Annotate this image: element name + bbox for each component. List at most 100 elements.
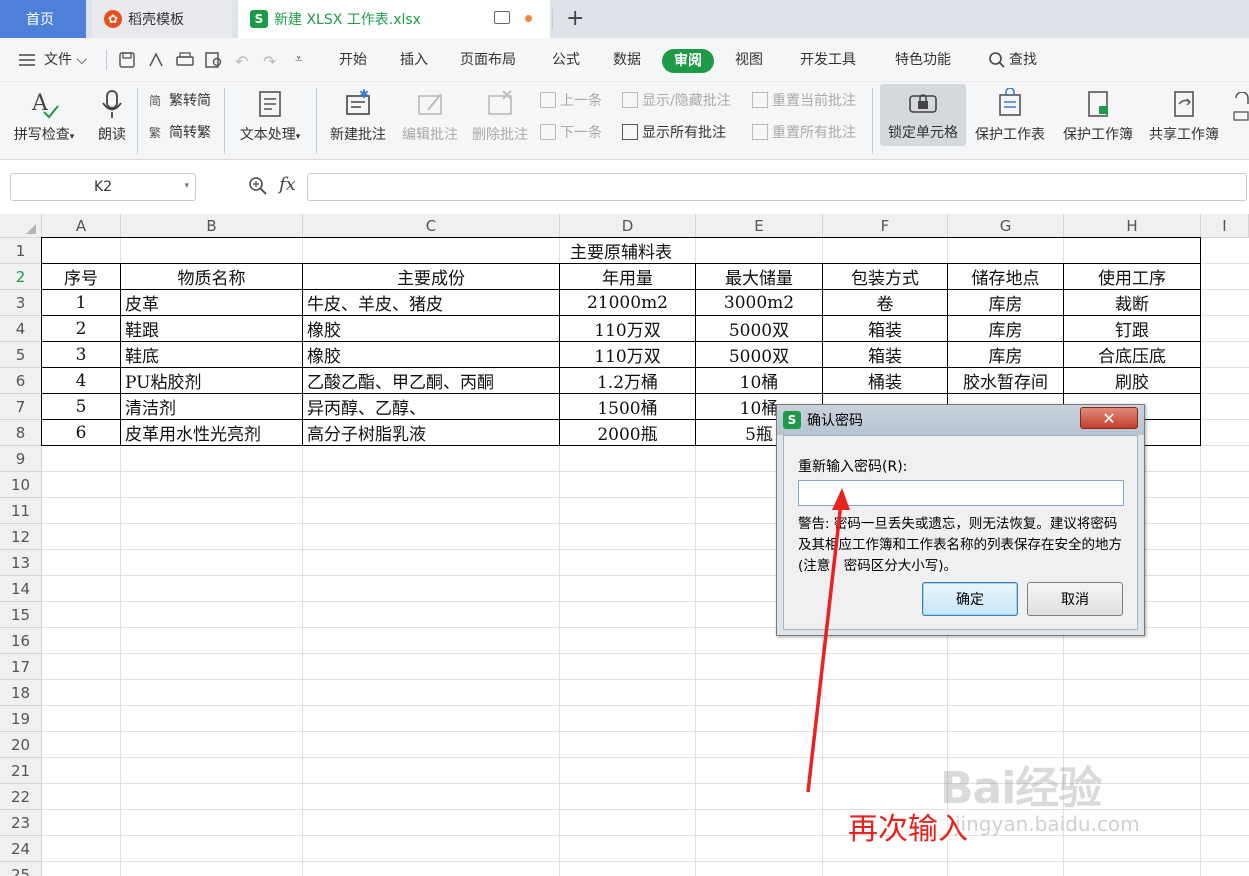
table-cell[interactable]: 皮革 <box>121 290 303 316</box>
table-cell[interactable]: 卷 <box>823 290 948 316</box>
ok-button[interactable]: 确定 <box>922 582 1018 616</box>
table-cell[interactable]: 2 <box>42 316 121 342</box>
row-header-5[interactable]: 5 <box>0 342 42 368</box>
name-box-dropdown-icon[interactable]: ▾ <box>184 181 189 191</box>
table-cell[interactable]: 5 <box>42 394 121 420</box>
table-cell[interactable]: PU粘胶剂 <box>121 368 303 394</box>
trad-to-simp-button[interactable]: 简繁转简 <box>149 90 211 110</box>
menu-item-page-layout[interactable]: 页面布局 <box>460 50 516 70</box>
menu-item-data[interactable]: 数据 <box>613 50 641 70</box>
row-header-24[interactable]: 24 <box>0 836 42 862</box>
row-header-23[interactable]: 23 <box>0 810 42 836</box>
table-cell[interactable]: 清洁剂 <box>121 394 303 420</box>
table-cell[interactable]: 1500桶 <box>560 394 696 420</box>
cancel-button[interactable]: 取消 <box>1027 582 1123 616</box>
row-header-18[interactable]: 18 <box>0 680 42 706</box>
read-aloud-button[interactable]: 朗读 <box>92 88 132 144</box>
redo-icon[interactable]: ↷ <box>263 52 276 71</box>
share-workbook-button[interactable]: 共享工作簿 <box>1144 88 1224 144</box>
row-header-2[interactable]: 2 <box>0 264 42 290</box>
screen-icon[interactable] <box>494 11 510 24</box>
row-header-17[interactable]: 17 <box>0 654 42 680</box>
table-cell[interactable]: 鞋跟 <box>121 316 303 342</box>
next-comment-button[interactable]: 下一条 <box>540 122 602 142</box>
save-icon[interactable] <box>118 51 136 73</box>
row-header-25[interactable]: 25 <box>0 862 42 876</box>
close-button[interactable]: ✕ <box>1080 407 1138 429</box>
table-cell[interactable]: 21000m2 <box>560 290 696 316</box>
row-header-3[interactable]: 3 <box>0 290 42 316</box>
table-cell[interactable]: 异丙醇、乙醇、 <box>303 394 560 420</box>
column-header-d[interactable]: D <box>560 214 696 238</box>
row-header-4[interactable]: 4 <box>0 316 42 342</box>
edit-comment-button[interactable]: 编辑批注 <box>398 88 462 144</box>
row-header-10[interactable]: 10 <box>0 472 42 498</box>
customize-toolbar-icon[interactable]: ⩡ <box>295 52 302 67</box>
table-cell[interactable]: 库房 <box>948 342 1064 368</box>
header-cell[interactable]: 年用量 <box>560 264 696 290</box>
row-header-1[interactable]: 1 <box>0 238 42 264</box>
column-header-g[interactable]: G <box>948 214 1064 238</box>
table-cell[interactable]: 牛皮、羊皮、猪皮 <box>303 290 560 316</box>
table-cell[interactable]: 库房 <box>948 316 1064 342</box>
table-cell[interactable]: 裁断 <box>1064 290 1201 316</box>
tab-document[interactable]: S 新建 XLSX 工作表.xlsx <box>238 0 550 38</box>
print-icon[interactable] <box>175 51 195 73</box>
menu-item-insert[interactable]: 插入 <box>400 50 428 70</box>
column-header-b[interactable]: B <box>121 214 303 238</box>
table-cell[interactable]: 乙酸乙酯、甲乙酮、丙酮 <box>303 368 560 394</box>
reset-current-comment-button[interactable]: 重置当前批注 <box>752 90 856 110</box>
print-preview-icon[interactable] <box>204 51 224 73</box>
table-cell[interactable]: 合底压底 <box>1064 342 1201 368</box>
sheet-title-cell[interactable]: 主要原辅料表 <box>42 238 1201 264</box>
fx-icon[interactable]: fx <box>279 174 296 195</box>
lock-cells-button[interactable]: 锁定单元格 <box>880 84 966 146</box>
header-cell[interactable]: 物质名称 <box>121 264 303 290</box>
menu-item-review[interactable]: 审阅 <box>662 49 714 73</box>
column-header-f[interactable]: F <box>823 214 948 238</box>
column-header-c[interactable]: C <box>303 214 560 238</box>
table-cell[interactable]: 桶装 <box>823 368 948 394</box>
table-cell[interactable]: 箱装 <box>823 342 948 368</box>
table-cell[interactable]: 1 <box>42 290 121 316</box>
table-cell[interactable]: 3 <box>42 342 121 368</box>
row-header-19[interactable]: 19 <box>0 706 42 732</box>
new-tab-button[interactable]: + <box>566 6 584 31</box>
column-header-a[interactable]: A <box>42 214 121 238</box>
table-cell[interactable]: 4 <box>42 368 121 394</box>
delete-comment-button[interactable]: 删除批注 <box>468 88 532 144</box>
row-header-8[interactable]: 8 <box>0 420 42 446</box>
table-cell[interactable]: 1.2万桶 <box>560 368 696 394</box>
column-header-i[interactable]: I <box>1201 214 1249 238</box>
menu-item-special[interactable]: 特色功能 <box>895 50 951 70</box>
menu-file[interactable]: 文件 ⌵ <box>44 50 87 70</box>
menu-search[interactable]: 查找 <box>1009 50 1037 70</box>
row-header-13[interactable]: 13 <box>0 550 42 576</box>
protect-sheet-button[interactable]: 保护工作表 <box>970 88 1050 144</box>
table-cell[interactable]: 箱装 <box>823 316 948 342</box>
table-cell[interactable]: 2000瓶 <box>560 420 696 446</box>
row-header-20[interactable]: 20 <box>0 732 42 758</box>
header-cell[interactable]: 主要成份 <box>303 264 560 290</box>
tab-docer[interactable]: ✿ 稻壳模板 <box>92 0 232 38</box>
row-header-9[interactable]: 9 <box>0 446 42 472</box>
name-box[interactable]: K2 ▾ <box>10 173 196 201</box>
table-cell[interactable]: 橡胶 <box>303 316 560 342</box>
select-all-corner[interactable] <box>0 214 42 238</box>
search-icon[interactable] <box>988 51 1006 73</box>
menu-item-developer[interactable]: 开发工具 <box>800 50 856 70</box>
show-hide-comment-button[interactable]: 显示/隐藏批注 <box>622 90 731 110</box>
header-cell[interactable]: 包装方式 <box>823 264 948 290</box>
row-header-21[interactable]: 21 <box>0 758 42 784</box>
table-cell[interactable]: 110万双 <box>560 316 696 342</box>
protect-workbook-button[interactable]: 保护工作簿 <box>1058 88 1138 144</box>
hamburger-icon[interactable] <box>18 52 36 66</box>
column-header-e[interactable]: E <box>696 214 823 238</box>
table-cell[interactable]: 库房 <box>948 290 1064 316</box>
reset-all-comments-button[interactable]: 重置所有批注 <box>752 122 856 142</box>
more-icon[interactable] <box>1232 91 1249 126</box>
header-cell[interactable]: 最大储量 <box>696 264 823 290</box>
row-header-15[interactable]: 15 <box>0 602 42 628</box>
tab-home[interactable]: 首页 <box>0 0 86 38</box>
table-cell[interactable]: 刷胶 <box>1064 368 1201 394</box>
